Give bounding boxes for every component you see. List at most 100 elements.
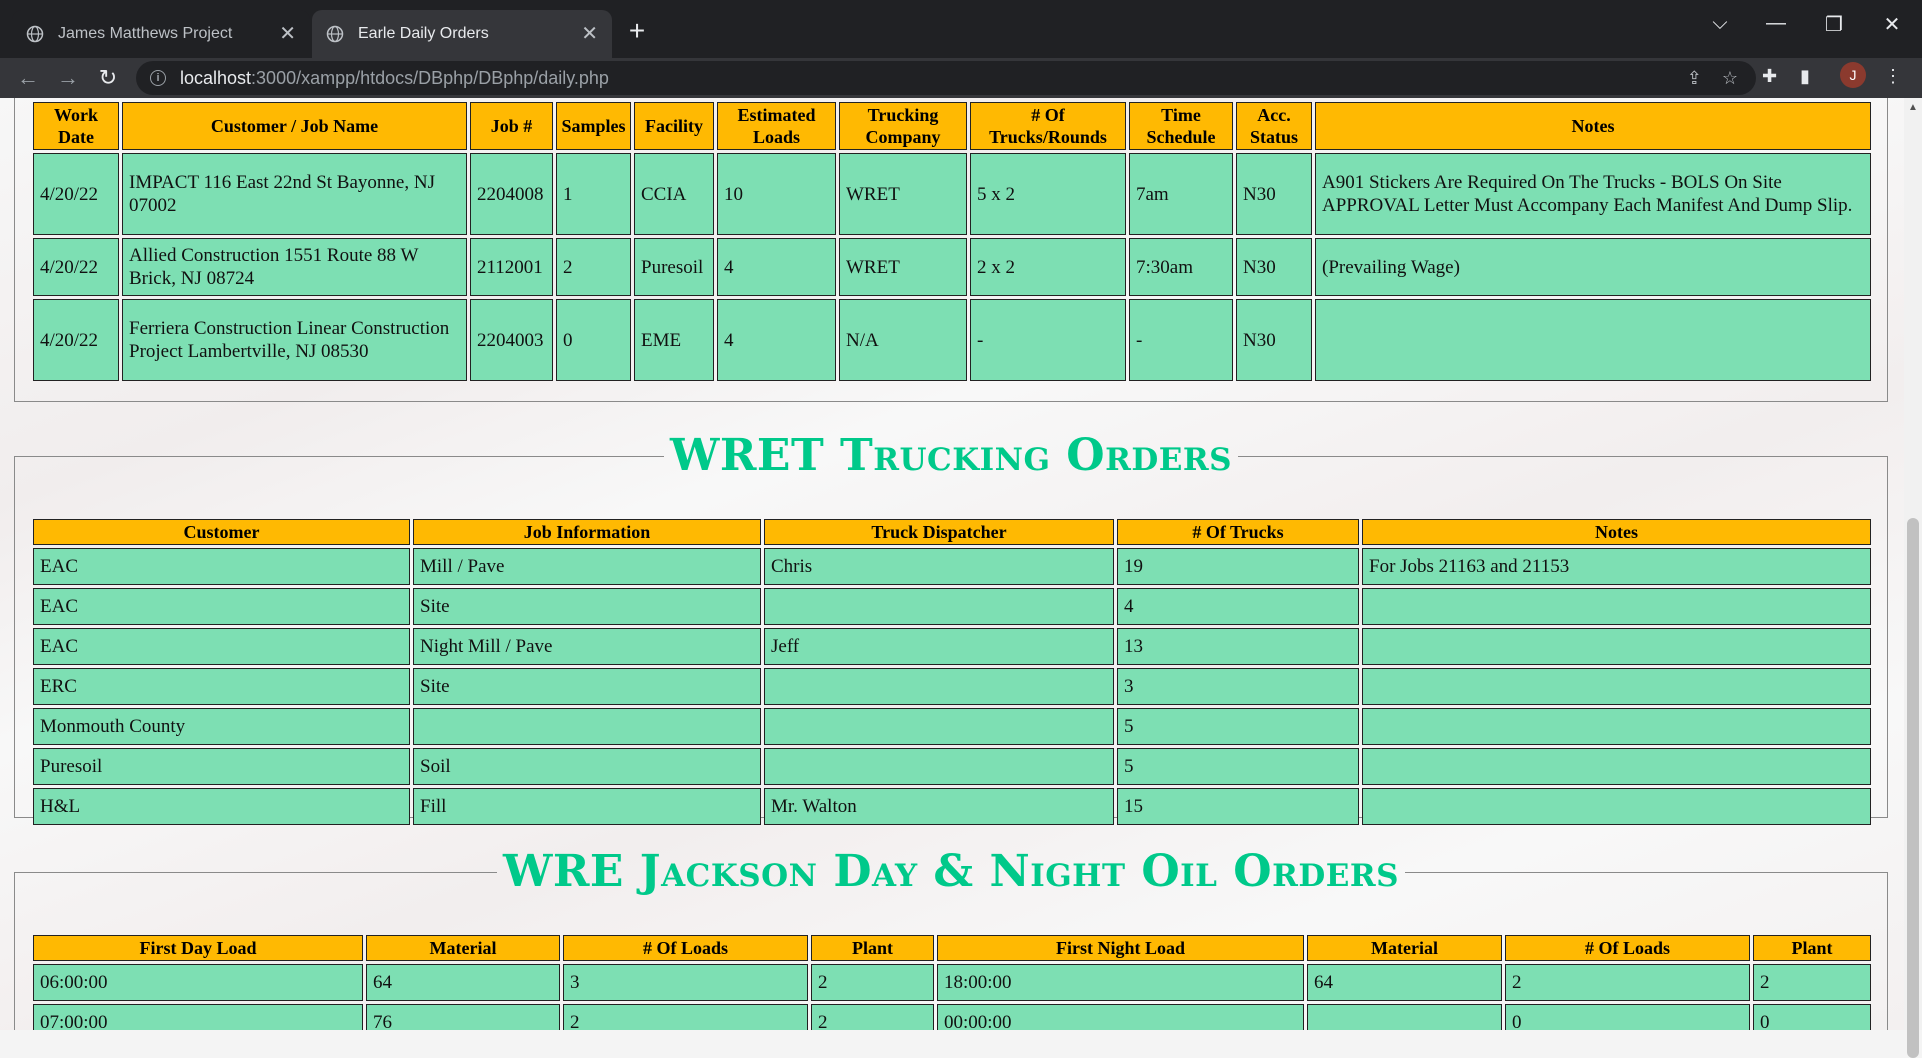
address-bar[interactable]: i localhost:3000/xampp/htdocs/DBphp/DBph… — [136, 61, 1756, 95]
cell: 4/20/22 — [33, 153, 119, 235]
col-header: Time Schedule — [1129, 102, 1233, 150]
new-tab-plus-icon[interactable]: + — [620, 14, 654, 48]
globe-icon — [326, 25, 344, 43]
cell: 2112001 — [470, 238, 553, 296]
url-path: :3000/xampp/htdocs/DBphp/DBphp/daily.php — [251, 67, 609, 88]
col-header: Plant — [1753, 935, 1871, 962]
wret-trucking-table: Customer Job Information Truck Dispatche… — [30, 516, 1874, 828]
cell: For Jobs 21163 and 21153 — [1362, 548, 1871, 586]
close-icon[interactable]: ✕ — [279, 24, 296, 44]
cell: 4 — [717, 299, 836, 381]
bookmark-star-icon[interactable]: ☆ — [1722, 68, 1738, 89]
cell: 7:30am — [1129, 238, 1233, 296]
cell: 2 x 2 — [970, 238, 1126, 296]
cell: 5 x 2 — [970, 153, 1126, 235]
extensions-puzzle-icon[interactable]: ✚ — [1762, 66, 1777, 87]
cell — [1307, 1004, 1502, 1030]
col-header: # Of Trucks — [1117, 519, 1359, 546]
oil-orders-table: First Day Load Material # Of Loads Plant… — [30, 932, 1874, 1030]
tab-title: James Matthews Project — [58, 25, 233, 42]
cell: 7am — [1129, 153, 1233, 235]
table-row: Puresoil Soil 5 — [33, 748, 1871, 786]
table-row: 06:00:00 64 3 2 18:00:00 64 2 2 — [33, 964, 1871, 1002]
table-row: EAC Night Mill / Pave Jeff 13 — [33, 628, 1871, 666]
cell: 4 — [717, 238, 836, 296]
scrollbar-thumb[interactable] — [1907, 518, 1919, 1058]
cell: 06:00:00 — [33, 964, 363, 1002]
cell: Jeff — [764, 628, 1114, 666]
col-header: Job Information — [413, 519, 761, 546]
cell: 00:00:00 — [937, 1004, 1304, 1030]
reload-icon[interactable]: ↻ — [94, 64, 122, 92]
cell: 15 — [1117, 788, 1359, 826]
menu-kebab-icon[interactable]: ⋮ — [1884, 66, 1902, 87]
cell — [764, 748, 1114, 786]
col-header: # Of Loads — [563, 935, 808, 962]
col-header: # Of Loads — [1505, 935, 1750, 962]
col-header: Material — [366, 935, 560, 962]
wret-trucking-orders-section: WRET Trucking Orders Customer Job Inform… — [14, 431, 1888, 826]
cell: (Prevailing Wage) — [1315, 238, 1871, 296]
cell: Site — [413, 588, 761, 626]
cell: - — [970, 299, 1126, 381]
info-icon[interactable]: i — [150, 70, 166, 86]
cell: 18:00:00 — [937, 964, 1304, 1002]
tab-james-matthews-project[interactable]: James Matthews Project ✕ — [12, 10, 310, 58]
forward-arrow-icon[interactable]: → — [54, 64, 82, 92]
back-arrow-icon[interactable]: ← — [14, 64, 42, 92]
tab-search-chevron-icon[interactable]: ⌵ — [1700, 12, 1740, 35]
minimize-icon[interactable]: — — [1756, 12, 1796, 35]
share-icon[interactable]: ⇪ — [1687, 68, 1702, 89]
cell: 0 — [1753, 1004, 1871, 1030]
col-header: First Night Load — [937, 935, 1304, 962]
cell: WRET — [839, 238, 967, 296]
table-row: 4/20/22 IMPACT 116 East 22nd St Bayonne,… — [33, 153, 1871, 235]
avatar[interactable]: J — [1840, 62, 1866, 88]
cell: Puresoil — [33, 748, 410, 786]
table-row: 4/20/22 Allied Construction 1551 Route 8… — [33, 238, 1871, 296]
scroll-up-arrow-icon[interactable]: ▲ — [1908, 102, 1918, 113]
cell: 2 — [811, 964, 934, 1002]
cell: 2204008 — [470, 153, 553, 235]
col-header: Facility — [634, 102, 714, 150]
daily-orders-table: Work Date Customer / Job Name Job # Samp… — [30, 99, 1874, 384]
cell — [764, 708, 1114, 746]
col-header: Trucking Company — [839, 102, 967, 150]
cell: EAC — [33, 628, 410, 666]
cell — [1362, 788, 1871, 826]
cell: 13 — [1117, 628, 1359, 666]
restore-icon[interactable]: ❐ — [1814, 12, 1854, 37]
cell: 3 — [563, 964, 808, 1002]
cell — [1362, 668, 1871, 706]
table-row: ERC Site 3 — [33, 668, 1871, 706]
cell: Mill / Pave — [413, 548, 761, 586]
table-header-row: Customer Job Information Truck Dispatche… — [33, 519, 1871, 546]
page-scrollbar[interactable]: ▲ — [1904, 98, 1922, 1058]
side-panel-icon[interactable]: ▮ — [1800, 66, 1810, 87]
close-icon[interactable]: ✕ — [581, 24, 598, 44]
cell: 4 — [1117, 588, 1359, 626]
cell: Allied Construction 1551 Route 88 W Bric… — [122, 238, 467, 296]
tab-earle-daily-orders[interactable]: Earle Daily Orders ✕ — [312, 10, 612, 58]
cell: 3 — [1117, 668, 1359, 706]
table-header-row: Work Date Customer / Job Name Job # Samp… — [33, 102, 1871, 150]
table-row: EAC Mill / Pave Chris 19 For Jobs 21163 … — [33, 548, 1871, 586]
cell: Monmouth County — [33, 708, 410, 746]
browser-toolbar: ← → ↻ i localhost:3000/xampp/htdocs/DBph… — [0, 58, 1922, 98]
globe-icon — [26, 25, 44, 43]
cell: N30 — [1236, 299, 1312, 381]
cell: - — [1129, 299, 1233, 381]
col-header: Material — [1307, 935, 1502, 962]
cell: WRET — [839, 153, 967, 235]
table-row: 4/20/22 Ferriera Construction Linear Con… — [33, 299, 1871, 381]
col-header: Samples — [556, 102, 631, 150]
cell: EAC — [33, 548, 410, 586]
window-close-icon[interactable]: ✕ — [1872, 12, 1912, 37]
cell: 64 — [1307, 964, 1502, 1002]
cell: 2 — [1753, 964, 1871, 1002]
col-header: Truck Dispatcher — [764, 519, 1114, 546]
col-header: Work Date — [33, 102, 119, 150]
cell: Fill — [413, 788, 761, 826]
cell: 0 — [1505, 1004, 1750, 1030]
cell: 10 — [717, 153, 836, 235]
